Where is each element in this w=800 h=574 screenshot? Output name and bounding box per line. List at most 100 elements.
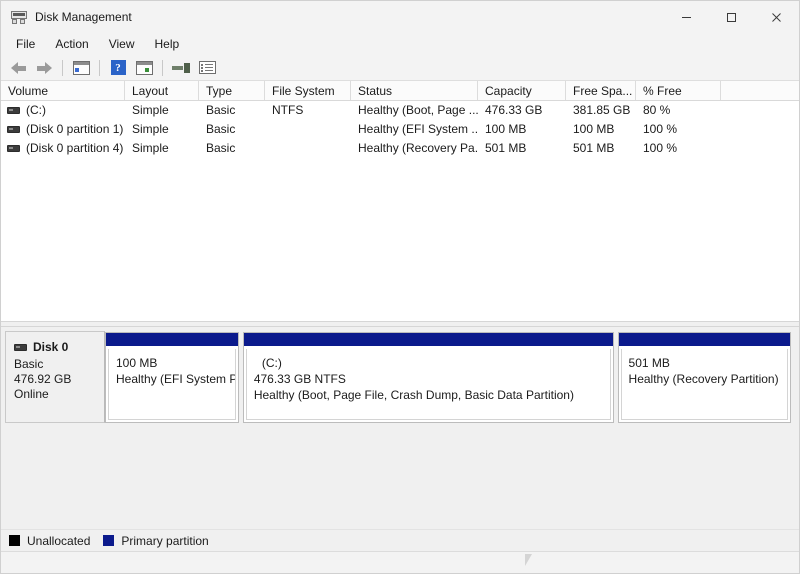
- action-pane-icon: [198, 61, 216, 74]
- disk-management-window: Disk Management File Action View Help ? …: [0, 0, 800, 574]
- partition-efi-status: Healthy (EFI System Par: [116, 372, 235, 386]
- toolbar-separator-2: [99, 59, 100, 76]
- menu-file[interactable]: File: [7, 35, 44, 53]
- column-header-percent-free[interactable]: % Free: [636, 81, 721, 100]
- cell-status: Healthy (Boot, Page ...: [358, 103, 478, 117]
- disk-icon: [14, 343, 27, 351]
- forward-button[interactable]: [32, 57, 56, 79]
- toolbar: ?: [1, 55, 799, 81]
- back-button[interactable]: [6, 57, 30, 79]
- cell-type: Basic: [206, 103, 236, 117]
- cell-volume-label: (Disk 0 partition 4): [26, 141, 124, 155]
- column-header-spacer[interactable]: [721, 81, 799, 100]
- cell-volume: (Disk 0 partition 1): [1, 120, 125, 139]
- cell-volume-label: (Disk 0 partition 1): [26, 122, 124, 136]
- console-tree-icon: [72, 60, 90, 75]
- cell-layout: Simple: [132, 122, 169, 136]
- table-row[interactable]: (Disk 0 partition 4) Simple Basic Health…: [1, 139, 799, 158]
- partition-efi-capbar: [106, 333, 238, 347]
- minimize-button[interactable]: [664, 1, 709, 33]
- column-header-file-system[interactable]: File System: [265, 81, 351, 100]
- arrow-right-icon: [36, 61, 52, 74]
- cell-volume: (C:): [1, 101, 125, 120]
- partition-recovery-status: Healthy (Recovery Partition): [628, 372, 779, 386]
- disk-type: Basic: [14, 357, 44, 371]
- window-controls: [664, 1, 799, 33]
- disk-title: Disk 0: [14, 340, 104, 354]
- cell-volume-label: (C:): [26, 103, 46, 117]
- partition-efi[interactable]: 100 MB Healthy (EFI System Par: [105, 332, 239, 423]
- title-bar: Disk Management: [1, 1, 799, 33]
- resize-grip-icon[interactable]: [525, 554, 537, 568]
- help-question-icon: ?: [110, 60, 126, 75]
- partition-c-size: 476.33 GB NTFS: [253, 372, 346, 386]
- legend-unallocated-label: Unallocated: [27, 533, 91, 548]
- column-header-free-space[interactable]: Free Spa...: [566, 81, 636, 100]
- menu-bar: File Action View Help: [1, 33, 799, 55]
- disk-management-icon: [11, 9, 27, 25]
- disk-state: Online: [14, 387, 49, 401]
- arrow-left-icon: [10, 61, 26, 74]
- cell-type: Basic: [206, 141, 236, 155]
- legend-primary-partition-swatch: [103, 535, 115, 546]
- volume-list-pane[interactable]: Volume Layout Type File System Status Ca…: [1, 81, 799, 321]
- disk-size: 476.92 GB: [14, 372, 72, 386]
- cell-percent-free: 100 %: [643, 122, 678, 136]
- rescan-disks-button[interactable]: [169, 57, 193, 79]
- column-header-volume[interactable]: Volume: [1, 81, 125, 100]
- cell-status: Healthy (Recovery Pa...: [358, 141, 478, 155]
- properties-button[interactable]: [132, 57, 156, 79]
- menu-action[interactable]: Action: [46, 35, 97, 53]
- partition-recovery-body: 501 MB Healthy (Recovery Partition): [620, 349, 788, 420]
- disk-info-panel[interactable]: Disk 0 Basic 476.92 GB Online: [5, 331, 105, 423]
- menu-help[interactable]: Help: [146, 35, 189, 53]
- partition-bars: 100 MB Healthy (EFI System Par (C:) 476.…: [105, 331, 791, 423]
- column-header-status[interactable]: Status: [351, 81, 478, 100]
- partition-c-status: Healthy (Boot, Page File, Crash Dump, Ba…: [253, 388, 574, 402]
- partition-c-body: (C:) 476.33 GB NTFS Healthy (Boot, Page …: [245, 349, 611, 420]
- partition-efi-body: 100 MB Healthy (EFI System Par: [108, 349, 236, 420]
- show-hide-action-pane-button[interactable]: [195, 57, 219, 79]
- cell-free-space: 100 MB: [573, 122, 615, 136]
- cell-capacity: 501 MB: [485, 141, 527, 155]
- disk-row-disk0[interactable]: Disk 0 Basic 476.92 GB Online 100 MB Hea…: [5, 331, 791, 423]
- cell-capacity: 476.33 GB: [485, 103, 543, 117]
- partition-c[interactable]: (C:) 476.33 GB NTFS Healthy (Boot, Page …: [242, 332, 614, 423]
- close-button[interactable]: [754, 1, 799, 33]
- column-header-type[interactable]: Type: [199, 81, 265, 100]
- partition-c-label: (C:): [261, 356, 282, 370]
- partition-recovery[interactable]: 501 MB Healthy (Recovery Partition): [617, 332, 791, 423]
- legend: Unallocated Primary partition: [1, 529, 799, 551]
- partition-recovery-capbar: [618, 333, 790, 347]
- maximize-button[interactable]: [709, 1, 754, 33]
- legend-unallocated-swatch: [9, 535, 20, 546]
- cell-volume: (Disk 0 partition 4): [1, 139, 125, 158]
- properties-icon: [135, 60, 153, 75]
- cell-file-system: NTFS: [272, 103, 304, 117]
- status-bar: [1, 551, 799, 573]
- cell-status: Healthy (EFI System ...: [358, 122, 478, 136]
- table-row[interactable]: (C:) Simple Basic NTFS Healthy (Boot, Pa…: [1, 101, 799, 120]
- volume-list-body: (C:) Simple Basic NTFS Healthy (Boot, Pa…: [1, 101, 799, 158]
- drive-icon: [7, 107, 20, 114]
- disk-name: Disk 0: [33, 340, 69, 354]
- help-button[interactable]: ?: [106, 57, 130, 79]
- toolbar-separator-1: [62, 59, 63, 76]
- column-header-layout[interactable]: Layout: [125, 81, 199, 100]
- window-title: Disk Management: [35, 10, 132, 24]
- menu-view[interactable]: View: [100, 35, 144, 53]
- cell-free-space: 501 MB: [573, 141, 615, 155]
- cell-percent-free: 80 %: [643, 103, 671, 117]
- wrench-icon: [172, 62, 190, 74]
- column-header-capacity[interactable]: Capacity: [478, 81, 566, 100]
- cell-layout: Simple: [132, 103, 169, 117]
- partition-c-capbar: [243, 333, 613, 347]
- toolbar-separator-3: [162, 59, 163, 76]
- volume-list-header: Volume Layout Type File System Status Ca…: [1, 81, 799, 101]
- show-hide-console-tree-button[interactable]: [69, 57, 93, 79]
- disk-map-pane[interactable]: Disk 0 Basic 476.92 GB Online 100 MB Hea…: [1, 327, 799, 529]
- cell-type: Basic: [206, 122, 236, 136]
- table-row[interactable]: (Disk 0 partition 1) Simple Basic Health…: [1, 120, 799, 139]
- cell-free-space: 381.85 GB: [573, 103, 631, 117]
- partition-recovery-size: 501 MB: [628, 356, 670, 370]
